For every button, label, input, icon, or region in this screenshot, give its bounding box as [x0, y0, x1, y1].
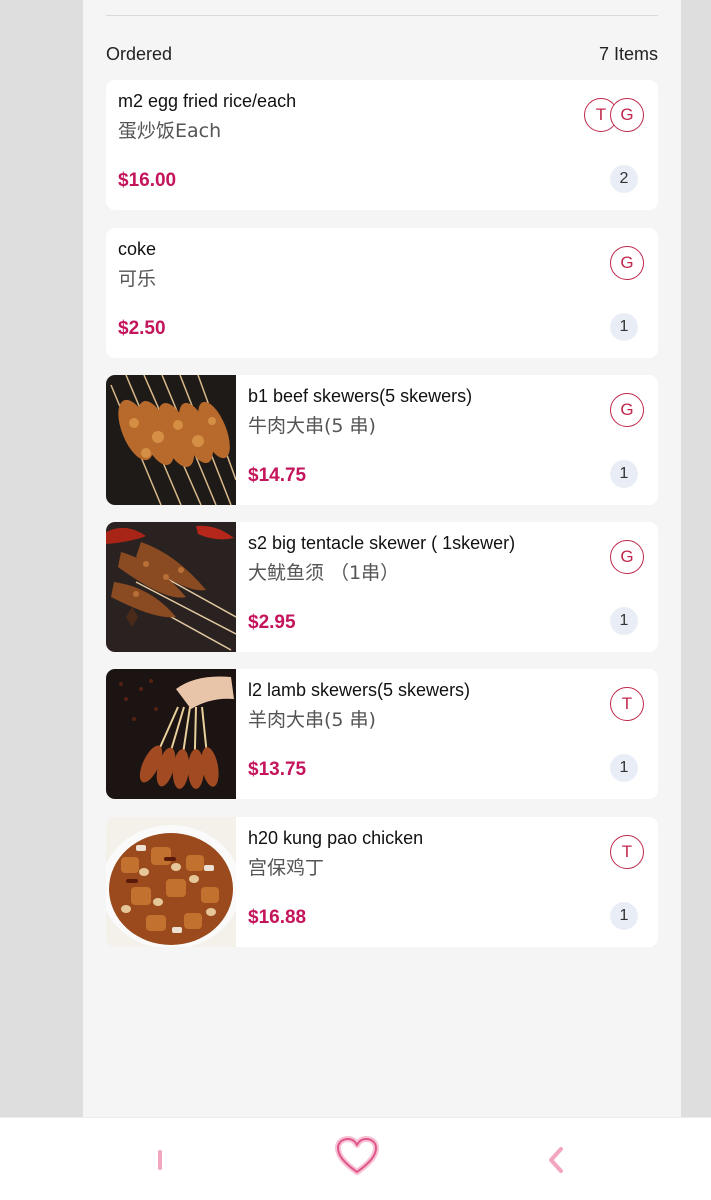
badge-t: T [610, 687, 644, 721]
item-quantity: 1 [610, 460, 638, 488]
badge-g: G [610, 246, 644, 280]
item-badges: T G [584, 98, 644, 132]
item-info: b1 beef skewers(5 skewers) 牛肉大串(5 串) [248, 385, 658, 438]
badge-g: G [610, 393, 644, 427]
item-badges: T [610, 835, 644, 869]
item-badges: G [610, 246, 644, 280]
badge-t: T [610, 835, 644, 869]
kung-pao-chicken-photo [106, 817, 236, 947]
item-info: l2 lamb skewers(5 skewers) 羊肉大串(5 串) [248, 679, 658, 732]
order-item-card[interactable]: m2 egg fried rice/each 蛋炒饭Each $16.00 T … [106, 80, 658, 210]
item-name: s2 big tentacle skewer ( 1skewer) [248, 533, 516, 553]
item-quantity: 1 [610, 902, 638, 930]
item-price: $2.50 [118, 318, 166, 339]
item-badges: T [610, 687, 644, 721]
item-quantity: 1 [610, 313, 638, 341]
item-name: l2 lamb skewers(5 skewers) [248, 680, 471, 700]
item-subname: 宫保鸡丁 [248, 857, 325, 879]
item-quantity: 1 [610, 607, 638, 635]
item-info: s2 big tentacle skewer ( 1skewer) 大鱿鱼须 （… [248, 532, 658, 585]
item-price: $16.00 [118, 170, 177, 191]
order-item-card[interactable]: coke 可乐 $2.50 G 1 [106, 228, 658, 358]
item-subname: 蛋炒饭Each [118, 120, 222, 142]
item-price: $2.95 [248, 612, 296, 633]
item-subname: 可乐 [118, 268, 157, 290]
item-quantity: 1 [610, 754, 638, 782]
item-quantity: 2 [610, 165, 638, 193]
item-info: m2 egg fried rice/each 蛋炒饭Each [118, 90, 658, 143]
item-badges: G [610, 540, 644, 574]
item-name: h20 kung pao chicken [248, 828, 424, 848]
badge-g: G [610, 98, 644, 132]
bottom-nav-bar [0, 1117, 711, 1200]
item-name: m2 egg fried rice/each [118, 91, 297, 111]
badge-g: G [610, 540, 644, 574]
ordered-label: Ordered [106, 43, 173, 64]
item-name: b1 beef skewers(5 skewers) [248, 386, 473, 406]
item-info: h20 kung pao chicken 宫保鸡丁 [248, 827, 658, 880]
heart-icon[interactable] [334, 1134, 380, 1178]
item-price: $13.75 [248, 759, 307, 780]
item-subname: 羊肉大串(5 串) [248, 709, 376, 731]
menu-bar-icon[interactable] [138, 1138, 182, 1182]
order-item-card[interactable]: b1 beef skewers(5 skewers) 牛肉大串(5 串) $14… [106, 375, 658, 505]
ordered-count: 7 Items [598, 43, 658, 64]
item-subname: 牛肉大串(5 串) [248, 415, 376, 437]
order-item-card[interactable]: l2 lamb skewers(5 skewers) 羊肉大串(5 串) $13… [106, 669, 658, 799]
item-subname: 大鱿鱼须 （1串） [248, 562, 400, 584]
beef-skewers-photo [106, 375, 236, 505]
back-chevron-icon[interactable] [534, 1138, 578, 1182]
squid-skewer-photo [106, 522, 236, 652]
item-info: coke 可乐 [118, 238, 658, 291]
item-badges: G [610, 393, 644, 427]
item-name: coke [118, 239, 157, 259]
ordered-header: Ordered 7 Items [106, 42, 658, 66]
divider [106, 15, 658, 16]
lamb-skewers-photo [106, 669, 236, 799]
order-item-card[interactable]: h20 kung pao chicken 宫保鸡丁 $16.88 T 1 [106, 817, 658, 947]
item-price: $16.88 [248, 907, 307, 928]
item-price: $14.75 [248, 465, 307, 486]
order-item-card[interactable]: s2 big tentacle skewer ( 1skewer) 大鱿鱼须 （… [106, 522, 658, 652]
